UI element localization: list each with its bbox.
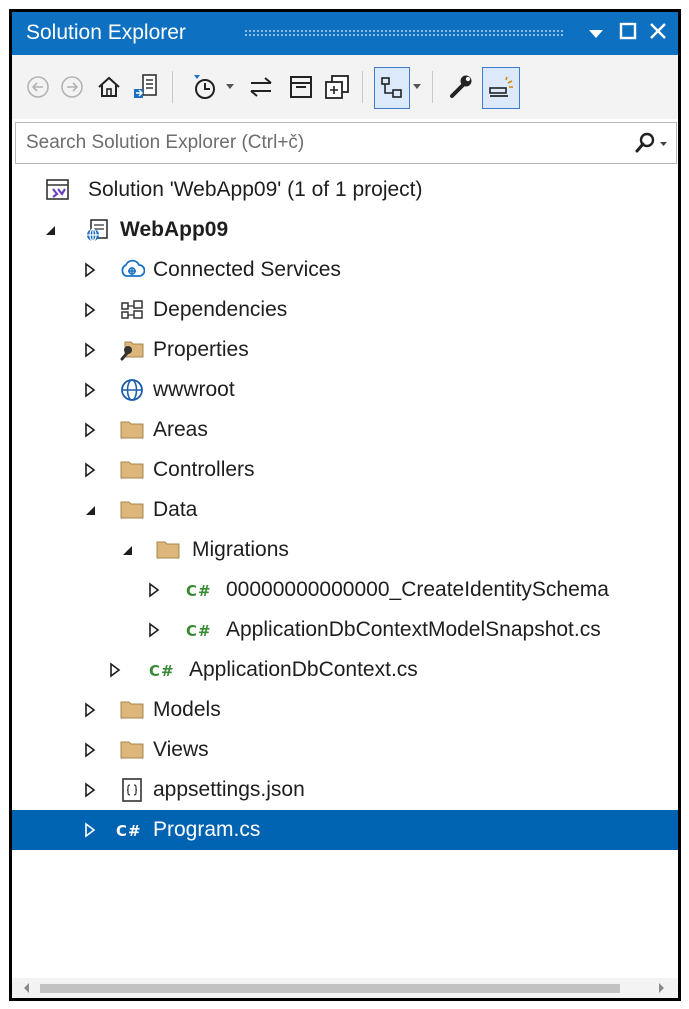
tree-item-label: 00000000000000_CreateIdentitySchema bbox=[226, 578, 609, 601]
folder-icon bbox=[119, 457, 145, 483]
title-bar[interactable]: Solution Explorer bbox=[12, 12, 678, 55]
close-icon[interactable] bbox=[644, 18, 672, 48]
tree-item-label: appsettings.json bbox=[153, 778, 305, 801]
csharp-file-icon: C# bbox=[116, 822, 142, 840]
properties-folder-icon bbox=[119, 337, 145, 363]
panel-title: Solution Explorer bbox=[26, 21, 186, 44]
collapsed-arrow-icon[interactable] bbox=[82, 740, 98, 760]
solution-explorer-panel: Solution Explorer Search Solution Explor… bbox=[12, 12, 678, 998]
tree-item-label: wwwroot bbox=[153, 378, 235, 401]
sync-active-document-icon[interactable] bbox=[244, 67, 278, 107]
tree-item-wwwroot[interactable]: wwwroot bbox=[12, 370, 678, 410]
folder-icon bbox=[155, 537, 181, 563]
toolbar-separator bbox=[362, 71, 363, 103]
toolbar-separator bbox=[432, 71, 433, 103]
solution-icon bbox=[45, 177, 71, 203]
pending-changes-filter-icon[interactable] bbox=[188, 67, 222, 107]
forward-icon[interactable] bbox=[58, 67, 86, 107]
tree-item-label: Dependencies bbox=[153, 298, 288, 321]
expanded-arrow-icon[interactable] bbox=[82, 500, 98, 520]
tree-item-label: Properties bbox=[153, 338, 249, 361]
tree-item-areas[interactable]: Areas bbox=[12, 410, 678, 450]
connected-services-icon bbox=[119, 257, 145, 283]
search-icon[interactable] bbox=[630, 131, 670, 157]
tree-item-migration-file[interactable]: C# 00000000000000_CreateIdentitySchema bbox=[12, 570, 678, 610]
show-all-files-icon[interactable] bbox=[320, 67, 354, 107]
tree-item-label: Models bbox=[153, 698, 221, 721]
dependencies-icon bbox=[119, 297, 145, 323]
scrollbar-thumb[interactable] bbox=[40, 984, 620, 993]
tree-item-label: ApplicationDbContext.cs bbox=[189, 658, 418, 681]
toolbar-separator bbox=[172, 71, 173, 103]
collapsed-arrow-icon[interactable] bbox=[82, 260, 98, 280]
collapsed-arrow-icon[interactable] bbox=[82, 780, 98, 800]
collapsed-arrow-icon[interactable] bbox=[146, 580, 162, 600]
collapsed-arrow-icon[interactable] bbox=[82, 820, 98, 840]
folder-icon bbox=[119, 497, 145, 523]
tree-item-label: Program.cs bbox=[153, 818, 261, 841]
collapsed-arrow-icon[interactable] bbox=[82, 340, 98, 360]
drag-grip[interactable] bbox=[244, 29, 564, 37]
tree-item-db-context[interactable]: C# ApplicationDbContext.cs bbox=[12, 650, 678, 690]
tree-item-label: Data bbox=[153, 498, 198, 521]
tree-item-dependencies[interactable]: Dependencies bbox=[12, 290, 678, 330]
tree-item-program[interactable]: C# Program.cs bbox=[12, 810, 678, 850]
collapsed-arrow-icon[interactable] bbox=[82, 380, 98, 400]
horizontal-scrollbar[interactable] bbox=[12, 978, 678, 998]
tree-item-label: Solution 'WebApp09' (1 of 1 project) bbox=[88, 178, 423, 201]
toolbar bbox=[12, 55, 678, 119]
search-box[interactable] bbox=[15, 122, 677, 164]
tree-item-label: ApplicationDbContextModelSnapshot.cs bbox=[226, 618, 601, 641]
collapsed-arrow-icon[interactable] bbox=[82, 700, 98, 720]
folder-icon bbox=[119, 737, 145, 763]
tree-item-label: WebApp09 bbox=[120, 218, 229, 241]
scroll-left-icon[interactable] bbox=[20, 981, 34, 995]
properties-icon[interactable] bbox=[444, 67, 478, 107]
collapse-all-icon[interactable] bbox=[284, 67, 318, 107]
class-diagram-dropdown-icon[interactable] bbox=[410, 67, 424, 107]
tree-item-views[interactable]: Views bbox=[12, 730, 678, 770]
tree-item-connected-services[interactable]: Connected Services bbox=[12, 250, 678, 290]
tree-item-snapshot-file[interactable]: C# ApplicationDbContextModelSnapshot.cs bbox=[12, 610, 678, 650]
collapsed-arrow-icon[interactable] bbox=[107, 660, 123, 680]
folder-icon bbox=[119, 697, 145, 723]
tree-item-models[interactable]: Models bbox=[12, 690, 678, 730]
dropdown-icon[interactable] bbox=[582, 18, 610, 48]
csharp-file-icon: C# bbox=[186, 582, 212, 600]
globe-icon bbox=[119, 377, 145, 403]
tree-item-label: Areas bbox=[153, 418, 208, 441]
tree-item-label: Connected Services bbox=[153, 258, 341, 281]
tree-item-project[interactable]: WebApp09 bbox=[12, 210, 678, 250]
scroll-right-icon[interactable] bbox=[654, 981, 668, 995]
view-class-diagram-icon[interactable] bbox=[374, 67, 410, 109]
csharp-file-icon: C# bbox=[186, 622, 212, 640]
tree-item-label: Controllers bbox=[153, 458, 255, 481]
tree-item-label: Migrations bbox=[192, 538, 289, 561]
folder-icon bbox=[119, 417, 145, 443]
tree-item-data[interactable]: Data bbox=[12, 490, 678, 530]
collapsed-arrow-icon[interactable] bbox=[82, 420, 98, 440]
tree-item-appsettings[interactable]: appsettings.json bbox=[12, 770, 678, 810]
home-icon[interactable] bbox=[94, 67, 124, 107]
tree-item-label: Views bbox=[153, 738, 209, 761]
search-input[interactable] bbox=[26, 129, 606, 157]
tree-item-controllers[interactable]: Controllers bbox=[12, 450, 678, 490]
collapsed-arrow-icon[interactable] bbox=[82, 460, 98, 480]
tree-item-solution[interactable]: Solution 'WebApp09' (1 of 1 project) bbox=[12, 170, 678, 210]
csharp-file-icon: C# bbox=[149, 662, 175, 680]
pending-changes-dropdown-icon[interactable] bbox=[222, 67, 238, 107]
maximize-icon[interactable] bbox=[614, 18, 642, 48]
collapsed-arrow-icon[interactable] bbox=[146, 620, 162, 640]
back-icon[interactable] bbox=[24, 67, 52, 107]
tree-item-properties[interactable]: Properties bbox=[12, 330, 678, 370]
tree-item-migrations[interactable]: Migrations bbox=[12, 530, 678, 570]
collapsed-arrow-icon[interactable] bbox=[82, 300, 98, 320]
switch-views-icon[interactable] bbox=[130, 67, 162, 107]
expanded-arrow-icon[interactable] bbox=[119, 540, 135, 560]
preview-selected-items-icon[interactable] bbox=[482, 67, 520, 109]
expanded-arrow-icon[interactable] bbox=[42, 220, 58, 240]
json-file-icon bbox=[119, 777, 145, 803]
web-project-icon bbox=[84, 217, 110, 243]
